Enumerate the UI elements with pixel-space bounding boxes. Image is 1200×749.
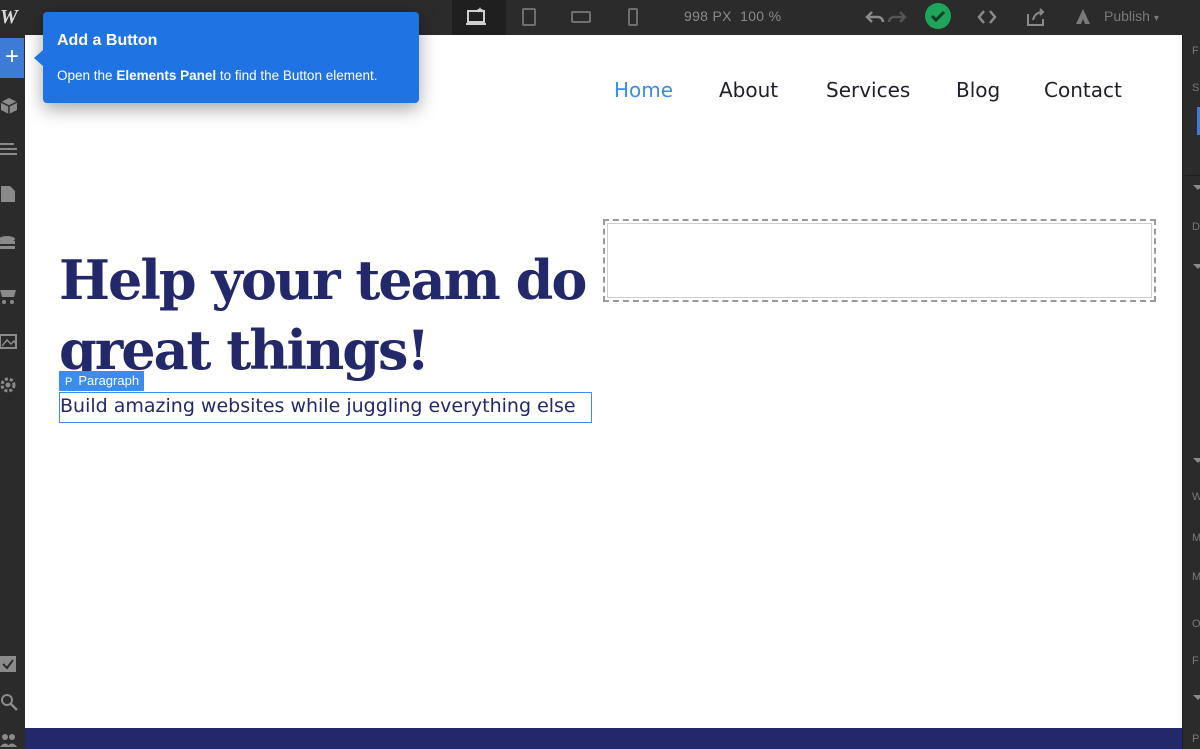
panel-letter: D [1192, 221, 1200, 233]
nav-link-about[interactable]: About [719, 78, 778, 102]
code-icon[interactable] [976, 6, 998, 28]
hero-heading[interactable]: Help your team do great things! [59, 245, 619, 385]
canvas-width-readout: 998 PX 100 % [684, 8, 781, 24]
panel-letter: W [1192, 491, 1200, 503]
panel-divider [1185, 175, 1200, 176]
add-elements-button[interactable]: + [0, 38, 24, 78]
undo-icon[interactable] [864, 6, 886, 28]
mobile-landscape-icon[interactable] [570, 6, 592, 28]
webflow-logo: W [0, 6, 18, 28]
ecommerce-icon[interactable] [0, 287, 18, 305]
nav-link-home[interactable]: Home [614, 78, 673, 102]
box-icon[interactable] [0, 97, 18, 115]
panel-letter: F [1192, 45, 1199, 57]
zoom-value: 100 % [740, 8, 782, 24]
panel-letter: F [1192, 655, 1199, 667]
tooltip-body-prefix: Open the [57, 68, 113, 83]
section-toggle-icon[interactable] [1193, 458, 1200, 463]
navigator-icon[interactable] [0, 140, 18, 158]
onboarding-tooltip: Add a Button Open the Elements Panel to … [34, 12, 419, 103]
section-toggle-icon[interactable] [1193, 264, 1200, 269]
search-icon[interactable] [0, 693, 18, 711]
tooltip-arrow [34, 50, 43, 66]
redo-icon[interactable] [886, 6, 908, 28]
tooltip-body-suffix: to find the Button element. [219, 68, 378, 83]
checklist-icon[interactable] [0, 655, 18, 673]
panel-letter: M [1192, 571, 1200, 583]
panel-letter: S [1192, 82, 1200, 94]
publish-icon[interactable] [1072, 6, 1094, 28]
add-icon: + [4, 43, 19, 70]
nav-link-blog[interactable]: Blog [956, 78, 1000, 102]
panel-letter: M [1192, 532, 1200, 544]
empty-div-inner [607, 223, 1152, 298]
tablet-icon[interactable] [518, 6, 540, 28]
settings-icon[interactable] [0, 376, 18, 394]
panel-letter: P [1192, 733, 1200, 745]
mobile-portrait-icon[interactable] [622, 6, 644, 28]
paragraph-icon: P [65, 376, 73, 388]
nav-link-contact[interactable]: Contact [1044, 78, 1122, 102]
selected-paragraph[interactable]: Build amazing websites while juggling ev… [59, 392, 592, 423]
publish-button[interactable]: Publish ▾ [1104, 8, 1159, 24]
publish-label: Publish [1104, 8, 1150, 24]
export-icon[interactable] [1025, 6, 1047, 28]
width-value: 998 PX [684, 8, 732, 24]
tooltip-body: Open the Elements Panel to find the Butt… [57, 68, 377, 83]
right-style-panel: F S D W M M O F P [1182, 35, 1200, 749]
assets-icon[interactable] [0, 331, 18, 349]
pages-icon[interactable] [0, 185, 18, 203]
empty-div-block[interactable] [603, 219, 1156, 302]
element-label-badge: P Paragraph [59, 371, 145, 391]
chevron-down-icon: ▾ [1153, 13, 1159, 24]
footer-section [25, 728, 1182, 749]
users-icon[interactable] [0, 731, 18, 749]
panel-letter: O [1192, 618, 1200, 630]
nav-link-services[interactable]: Services [826, 78, 910, 102]
section-toggle-icon[interactable] [1193, 695, 1200, 700]
hero-paragraph: Build amazing websites while juggling ev… [60, 395, 576, 417]
cms-icon[interactable] [0, 235, 18, 253]
tooltip-title: Add a Button [57, 32, 158, 49]
check-icon[interactable] [925, 3, 951, 29]
section-toggle-icon[interactable] [1193, 185, 1200, 190]
design-canvas[interactable]: Home About Services Blog Contact Help yo… [25, 35, 1182, 749]
desktop-breakpoint-icon[interactable] [465, 6, 487, 28]
tooltip-body-emphasis: Elements Panel [116, 68, 217, 83]
left-sidebar: + [0, 35, 26, 749]
element-label-text: Paragraph [78, 373, 140, 388]
